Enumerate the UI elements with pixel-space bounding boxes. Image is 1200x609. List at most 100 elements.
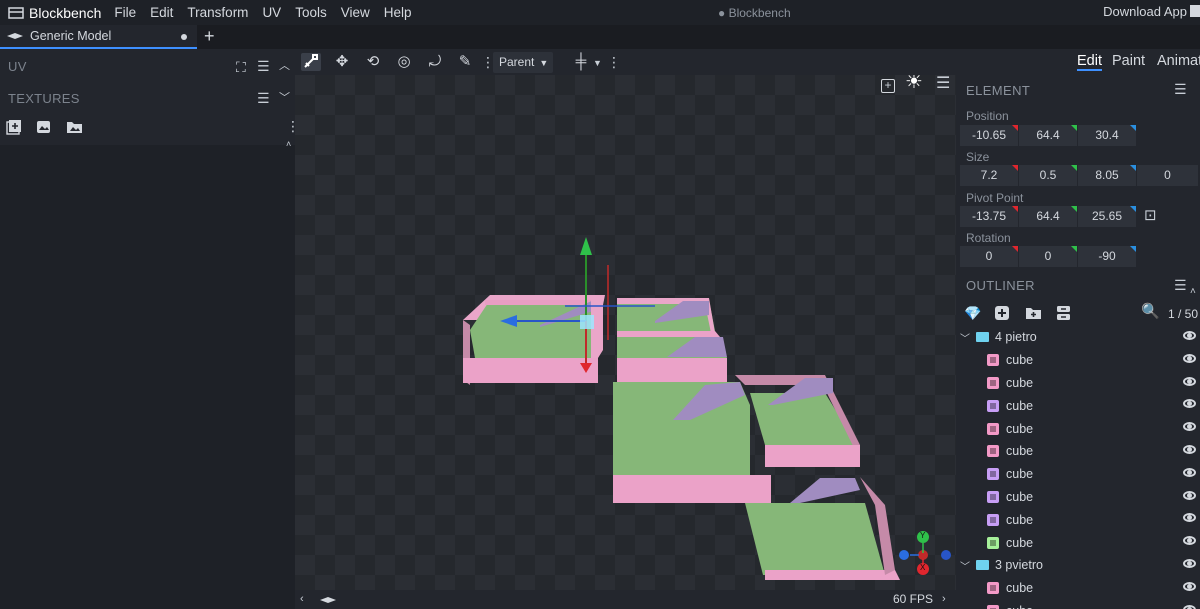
chevron-right-icon[interactable]: › <box>942 592 946 606</box>
outliner-cube[interactable]: cube <box>956 463 1200 486</box>
app-logo: Blockbench <box>0 0 107 25</box>
visibility-eye-icon[interactable] <box>1183 604 1196 609</box>
menu-icon[interactable]: ☰ <box>257 91 270 105</box>
textures-list[interactable] <box>0 145 295 609</box>
scroll-up-icon[interactable]: ˄ <box>1190 287 1196 297</box>
visibility-eye-icon[interactable] <box>1183 331 1196 340</box>
menu-edit[interactable]: Edit <box>143 0 180 25</box>
3d-viewport[interactable]: Y X + ☀ ☰ <box>295 75 956 590</box>
visibility-eye-icon[interactable] <box>1183 490 1196 500</box>
add-mesh-icon[interactable]: 💎 <box>964 306 981 320</box>
position-x-input[interactable]: -10.65 <box>960 125 1018 146</box>
outliner-cube[interactable]: cube <box>956 486 1200 509</box>
outliner-cube[interactable]: cube <box>956 349 1200 372</box>
folder-icon <box>976 560 989 571</box>
download-app-button[interactable]: Download App <box>1103 4 1187 19</box>
outliner-cube[interactable]: cube <box>956 508 1200 531</box>
pivot-mode-value: Parent <box>499 55 535 69</box>
outliner-group[interactable]: ﹀ 4 pietro <box>956 326 1200 349</box>
import-texture-icon[interactable] <box>36 120 51 134</box>
move-tool-button[interactable] <box>301 53 321 71</box>
visibility-eye-icon[interactable] <box>1183 399 1196 409</box>
download-icon[interactable] <box>1190 5 1200 17</box>
chevron-left-icon[interactable]: ‹ <box>300 592 304 606</box>
mode-edit[interactable]: Edit <box>1077 53 1102 71</box>
mode-animate[interactable]: Animat <box>1157 53 1200 69</box>
new-tab-button[interactable]: + <box>204 25 215 47</box>
dropdown-arrow-icon[interactable]: ▼ <box>593 56 602 70</box>
add-view-icon[interactable]: + <box>881 79 895 93</box>
outliner-cube[interactable]: cube <box>956 577 1200 600</box>
menu-icon[interactable]: ☰ <box>1174 278 1187 292</box>
visibility-eye-icon[interactable] <box>1183 444 1196 454</box>
position-label: Position <box>966 109 1009 123</box>
add-cube-icon[interactable] <box>994 305 1010 321</box>
pivot-z-input[interactable]: 25.65 <box>1078 206 1136 227</box>
model-scene[interactable] <box>295 75 956 590</box>
collection-icon[interactable] <box>1056 305 1071 321</box>
outliner-cube[interactable]: cube <box>956 440 1200 463</box>
menu-file[interactable]: File <box>107 0 143 25</box>
menu-transform[interactable]: Transform <box>180 0 255 25</box>
outliner-cube[interactable]: cube <box>956 394 1200 417</box>
chevron-down-icon[interactable]: ﹀ <box>279 91 290 105</box>
rotation-z-input[interactable]: -90 <box>1078 246 1136 267</box>
menu-tools[interactable]: Tools <box>288 0 334 25</box>
visibility-eye-icon[interactable] <box>1183 353 1196 363</box>
search-icon[interactable]: 🔍 <box>1141 304 1160 319</box>
light-mode-icon[interactable]: ☀ <box>905 75 923 92</box>
menu-icon[interactable]: ☰ <box>1174 82 1187 96</box>
center-pivot-icon[interactable]: ⊡ <box>1144 208 1157 223</box>
tab-generic-model[interactable]: Generic Model <box>0 25 197 49</box>
vertex-snap-tool-button[interactable]: ⤾ <box>425 53 445 71</box>
mode-paint[interactable]: Paint <box>1112 53 1145 69</box>
menu-uv[interactable]: UV <box>255 0 288 25</box>
rotation-x-input[interactable]: 0 <box>960 246 1018 267</box>
scroll-up-icon[interactable]: ˄ <box>286 137 291 151</box>
unsaved-dot-icon[interactable] <box>181 34 187 40</box>
visibility-eye-icon[interactable] <box>1183 536 1196 546</box>
cube-icon <box>987 604 999 609</box>
outliner-cube[interactable]: cube <box>956 600 1200 609</box>
rotate-tool-button[interactable]: ⟲ <box>363 53 383 71</box>
pivot-y-input[interactable]: 64.4 <box>1019 206 1077 227</box>
chevron-up-icon[interactable]: ︿ <box>279 59 290 73</box>
menu-help[interactable]: Help <box>377 0 419 25</box>
outliner-cube[interactable]: cube <box>956 372 1200 395</box>
fullscreen-icon[interactable]: ⛶ <box>236 60 246 74</box>
pivot-tool-button[interactable]: ◎ <box>394 53 414 71</box>
size-x-input[interactable]: 7.2 <box>960 165 1018 186</box>
add-group-icon[interactable] <box>1025 306 1042 320</box>
more-options-icon[interactable]: ⋮ <box>607 55 621 69</box>
size-z-input[interactable]: 8.05 <box>1078 165 1136 186</box>
outliner-group[interactable]: ﹀ 3 pvietro <box>956 554 1200 577</box>
add-texture-icon[interactable] <box>6 119 22 135</box>
viewport-menu-icon[interactable]: ☰ <box>936 76 950 92</box>
menu-icon[interactable]: ☰ <box>257 59 270 73</box>
visibility-eye-icon[interactable] <box>1183 513 1196 523</box>
inflate-input[interactable]: 0 <box>1137 165 1198 186</box>
pivot-x-input[interactable]: -13.75 <box>960 206 1018 227</box>
visibility-eye-icon[interactable] <box>1183 376 1196 386</box>
brush-tool-button[interactable]: ✎ <box>455 53 475 71</box>
pivot-mode-select[interactable]: Parent ▼ <box>493 52 553 73</box>
texture-folder-icon[interactable] <box>66 119 83 134</box>
blockbench-logo-icon <box>8 6 24 19</box>
rotation-y-input[interactable]: 0 <box>1019 246 1077 267</box>
align-tool-button[interactable]: ╪ <box>571 53 591 71</box>
outliner-list[interactable]: ﹀ 4 pietro cube cube cube cube cube cube cube cub… <box>956 326 1200 609</box>
visibility-eye-icon[interactable] <box>1183 467 1196 477</box>
visibility-eye-icon[interactable] <box>1183 422 1196 432</box>
outliner-cube[interactable]: cube <box>956 531 1200 554</box>
visibility-eye-icon[interactable] <box>1183 558 1196 568</box>
outliner-cube[interactable]: cube <box>956 417 1200 440</box>
menu-view[interactable]: View <box>334 0 377 25</box>
translate-tool-button[interactable]: ✥ <box>332 53 352 71</box>
position-z-input[interactable]: 30.4 <box>1078 125 1136 146</box>
visibility-eye-icon[interactable] <box>1183 581 1196 591</box>
position-y-input[interactable]: 64.4 <box>1019 125 1077 146</box>
size-y-input[interactable]: 0.5 <box>1019 165 1077 186</box>
expand-arrow-icon[interactable]: ﹀ <box>960 330 970 345</box>
cube-icon <box>987 445 999 458</box>
expand-arrow-icon[interactable]: ﹀ <box>960 558 970 573</box>
